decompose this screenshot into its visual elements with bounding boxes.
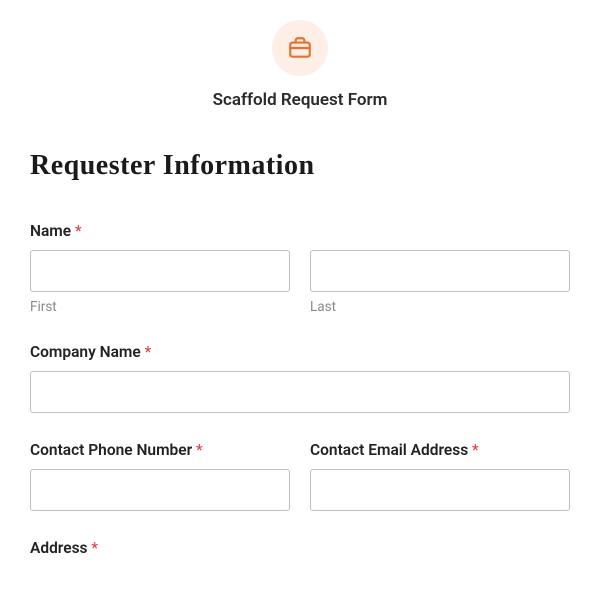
briefcase-icon (272, 20, 328, 76)
address-field-group: Address * (30, 539, 570, 557)
email-label-text: Contact Email Address (310, 441, 468, 459)
name-label-text: Name (30, 222, 71, 240)
form-header: Scaffold Request Form (30, 20, 570, 110)
email-input[interactable] (310, 469, 570, 511)
first-name-sublabel: First (30, 299, 290, 315)
contact-field-group: Contact Phone Number * Contact Email Add… (30, 441, 570, 511)
company-input[interactable] (30, 371, 570, 413)
required-mark: * (145, 343, 152, 361)
address-label-text: Address (30, 539, 88, 557)
required-mark: * (472, 441, 479, 459)
company-label-text: Company Name (30, 343, 141, 361)
section-heading: Requester Information (30, 150, 570, 182)
required-mark: * (75, 222, 82, 240)
name-field-group: Name * First Last (30, 222, 570, 315)
phone-input[interactable] (30, 469, 290, 511)
last-name-sublabel: Last (310, 299, 570, 315)
company-label: Company Name * (30, 343, 570, 361)
required-mark: * (196, 441, 203, 459)
phone-label-text: Contact Phone Number (30, 441, 192, 459)
phone-label: Contact Phone Number * (30, 441, 290, 459)
form-title: Scaffold Request Form (30, 90, 570, 110)
company-field-group: Company Name * (30, 343, 570, 413)
email-label: Contact Email Address * (310, 441, 570, 459)
first-name-input[interactable] (30, 250, 290, 292)
last-name-input[interactable] (310, 250, 570, 292)
address-label: Address * (30, 539, 570, 557)
name-label: Name * (30, 222, 570, 240)
required-mark: * (91, 539, 98, 557)
